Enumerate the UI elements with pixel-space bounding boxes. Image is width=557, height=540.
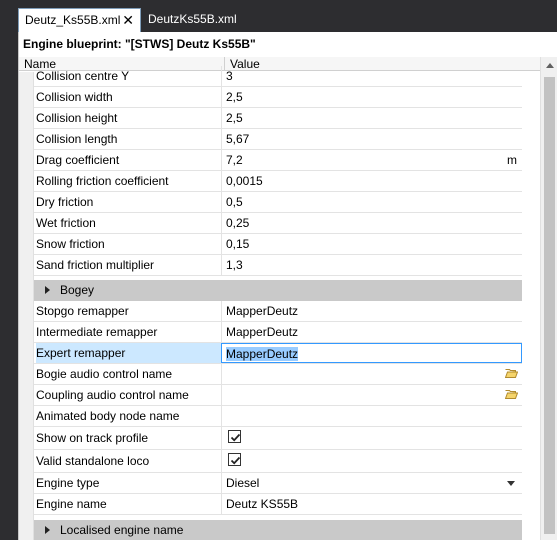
property-name: Stopgo remapper [36,304,129,318]
property-value[interactable]: 0,25 [221,213,522,233]
property-row[interactable]: Stopgo remapper MapperDeutz [34,301,522,322]
property-row[interactable]: Snow friction 0,15 [34,234,522,255]
property-row[interactable]: Rolling friction coefficient 0,0015 [34,171,522,192]
scrollbar-thumb[interactable] [544,77,555,534]
property-name: Coupling audio control name [36,388,189,402]
property-panel: Engine blueprint: "[STWS] Deutz Ks55B" N… [18,32,557,540]
chevron-down-icon[interactable] [507,481,515,486]
property-row[interactable]: Engine type Diesel [34,473,522,494]
property-value[interactable] [221,364,522,384]
property-value [221,427,522,449]
select-value: Diesel [226,476,260,490]
property-name: Bogie audio control name [36,367,173,381]
scroll-up-icon[interactable] [546,63,554,68]
property-name: Engine name [36,497,107,511]
unit-label: m [507,153,517,167]
show-on-track-profile-checkbox[interactable] [228,430,241,443]
property-name: Engine type [36,476,100,490]
property-value[interactable]: 2,5 [221,87,522,107]
property-value[interactable]: 0,15 [221,234,522,254]
value-text: 7,2 [226,153,243,167]
property-name: Drag coefficient [36,153,120,167]
section-localised-engine-name[interactable]: Localised engine name [34,520,522,540]
folder-open-icon[interactable] [505,389,518,399]
property-row[interactable]: Collision centre Y 3 [34,66,522,87]
property-name: Expert remapper [36,343,222,363]
property-name: Wet friction [36,216,96,230]
section-label: Localised engine name [60,523,184,537]
property-name: Dry friction [36,195,94,209]
property-value[interactable]: 2,5 [221,108,522,128]
property-name: Collision height [36,111,118,125]
property-row[interactable]: Animated body node name [34,406,522,427]
property-row[interactable]: Wet friction 0,25 [34,213,522,234]
property-value[interactable]: 5,67 [221,129,522,149]
property-value[interactable]: 1,3 [221,255,522,275]
tab-label: Deutz_Ks55B.xml [25,13,121,27]
engine-type-select[interactable]: Diesel [221,473,522,493]
selected-text[interactable]: MapperDeutz [226,347,299,361]
property-name: Show on track profile [36,431,149,445]
property-name: Animated body node name [36,409,180,423]
tab-deutz-ks55b-xml[interactable]: Deutz_Ks55B.xml ✕ [18,8,141,32]
property-name: Collision centre Y [36,69,130,83]
tab-label: DeutzKs55B.xml [148,12,237,26]
close-icon[interactable]: ✕ [122,9,134,31]
property-value[interactable]: Deutz KS55B [221,494,522,514]
property-value[interactable]: MapperDeutz [221,322,522,342]
property-row[interactable]: Drag coefficient 7,2 m [34,150,522,171]
property-value[interactable] [221,385,522,405]
vertical-scrollbar[interactable] [540,57,557,540]
property-row-selected[interactable]: Expert remapper MapperDeutz [34,343,522,364]
checkmark-icon [230,433,241,442]
section-bogey[interactable]: Bogey [34,280,522,301]
left-gutter [0,32,18,540]
triangle-right-icon[interactable] [45,526,50,534]
triangle-right-icon[interactable] [45,286,50,294]
document-tab-bar: Deutz_Ks55B.xml ✕ DeutzKs55B.xml [0,0,557,32]
property-row[interactable]: Intermediate remapper MapperDeutz [34,322,522,343]
property-name: Collision width [36,90,113,104]
property-name: Valid standalone loco [36,454,150,468]
property-row[interactable]: Engine name Deutz KS55B [34,494,522,515]
property-value[interactable]: 3 [221,66,522,86]
row-header-strip [19,72,34,540]
property-value[interactable]: MapperDeutz [221,301,522,321]
checkmark-icon [230,456,241,465]
property-value[interactable]: 0,0015 [221,171,522,191]
folder-open-icon[interactable] [505,368,518,378]
property-name: Snow friction [36,237,105,251]
property-row[interactable]: Sand friction multiplier 1,3 [34,255,522,276]
property-name: Collision length [36,132,118,146]
property-row[interactable]: Show on track profile [34,427,522,450]
property-row[interactable]: Collision length 5,67 [34,129,522,150]
property-value-editor[interactable]: MapperDeutz [221,343,522,363]
property-value [221,450,522,472]
property-name: Sand friction multiplier [36,258,155,272]
property-value[interactable] [221,406,522,426]
valid-standalone-loco-checkbox[interactable] [228,453,241,466]
panel-title: Engine blueprint: "[STWS] Deutz Ks55B" [23,37,256,51]
property-value[interactable]: 0,5 [221,192,522,212]
property-value[interactable]: 7,2 m [221,150,522,170]
property-row[interactable]: Collision width 2,5 [34,87,522,108]
property-row[interactable]: Collision height 2,5 [34,108,522,129]
property-row[interactable]: Dry friction 0,5 [34,192,522,213]
property-row[interactable]: Valid standalone loco [34,450,522,473]
property-row[interactable]: Bogie audio control name [34,364,522,385]
property-row[interactable]: Coupling audio control name [34,385,522,406]
property-name: Intermediate remapper [36,325,158,339]
tab-deutzks55b-xml[interactable]: DeutzKs55B.xml [142,8,252,32]
property-name: Rolling friction coefficient [36,174,169,188]
section-label: Bogey [60,283,95,297]
